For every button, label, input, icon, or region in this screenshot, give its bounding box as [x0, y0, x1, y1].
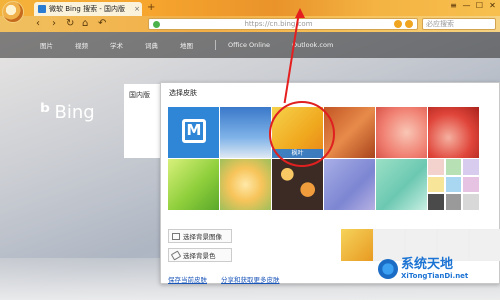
nav-link-images[interactable]: 图片	[40, 40, 53, 50]
back-icon[interactable]: ‹	[36, 17, 40, 31]
maxthon-logo-icon: M	[182, 119, 206, 143]
bing-favicon-icon	[38, 5, 46, 13]
tab-title: 微软 Bing 搜索 - 国内版	[49, 5, 126, 13]
home-icon[interactable]: ⌂	[82, 17, 88, 31]
tile-sky[interactable]	[220, 107, 271, 158]
address-actions	[394, 20, 413, 28]
dialog-title: 选择皮肤	[169, 89, 197, 97]
color-swatch[interactable]	[463, 176, 479, 193]
tile-yellow-flower[interactable]	[220, 159, 271, 210]
maximize-icon[interactable]: ☐	[475, 1, 484, 10]
address-bar[interactable]: https://cn.bing.com	[148, 18, 418, 30]
current-skin-preview[interactable]	[341, 229, 373, 261]
tile-red-flower[interactable]	[428, 107, 479, 158]
color-swatch[interactable]	[445, 194, 462, 210]
undo-icon[interactable]: ↶	[98, 17, 106, 31]
nav-link-dictionary[interactable]: 词典	[145, 40, 158, 50]
color-swatch[interactable]	[445, 176, 462, 193]
save-current-skin-link[interactable]: 保存当前皮肤	[168, 274, 207, 284]
share-skins-link[interactable]: 分享和获取更多皮肤	[221, 274, 280, 284]
skin-preview-slot[interactable]	[469, 229, 500, 261]
favorite-icon[interactable]	[394, 20, 402, 28]
skin-icon[interactable]	[405, 20, 413, 28]
choose-background-image-button[interactable]: 选择背景图像	[168, 229, 232, 243]
nav-link-academic[interactable]: 学术	[110, 40, 123, 50]
nav-link-maps[interactable]: 地图	[180, 40, 193, 50]
address-text[interactable]: https://cn.bing.com	[163, 20, 394, 28]
bing-logo: ᵇ Bing	[40, 100, 95, 125]
minimize-icon[interactable]: —	[462, 1, 471, 10]
highlight-circle	[269, 101, 335, 167]
nav-link-videos[interactable]: 视频	[75, 40, 88, 50]
security-shield-icon	[153, 20, 160, 28]
tab-bing[interactable]: 微软 Bing 搜索 - 国内版 ×	[34, 2, 142, 16]
bing-nav-bar: 图片 视频 学术 词典 地图 Office Online Outlook.com	[0, 32, 500, 58]
bing-b-icon: ᵇ	[40, 100, 51, 125]
color-swatch[interactable]	[463, 159, 479, 175]
color-swatch[interactable]	[445, 159, 462, 175]
choose-background-color-label: 选择背景色	[183, 252, 216, 260]
nav-link-office-online[interactable]: Office Online	[228, 41, 270, 49]
nav-link-outlook[interactable]: Outlook.com	[292, 41, 333, 49]
region-label[interactable]: 国内版	[129, 90, 150, 100]
refresh-icon[interactable]: ↻	[66, 17, 74, 31]
forward-icon[interactable]: ›	[52, 17, 56, 31]
tile-green-leaf[interactable]	[168, 159, 219, 210]
watermark: 系统天地 XiTongTianDi.net	[378, 258, 468, 280]
choose-background-image-label: 选择背景图像	[183, 233, 222, 241]
tile-color-grid[interactable]	[428, 159, 479, 210]
color-swatch[interactable]	[428, 159, 444, 175]
eyedropper-icon	[170, 249, 182, 261]
color-swatch-grid	[428, 159, 479, 210]
watermark-name: 系统天地	[401, 257, 454, 272]
skin-dialog: 选择皮肤 M 枫叶 选择背景图像 选择背景色 保存当前皮肤 分享和获取更多皮肤	[160, 82, 500, 284]
user-avatar[interactable]	[2, 1, 24, 23]
nav-divider	[215, 40, 216, 50]
tab-bar: 微软 Bing 搜索 - 国内版 × + ≡ — ☐ ✕	[0, 0, 500, 16]
tile-purple[interactable]	[324, 159, 375, 210]
color-swatch[interactable]	[428, 194, 444, 210]
choose-background-color-button[interactable]: 选择背景色	[168, 248, 232, 262]
tile-maxthon-blue[interactable]: M	[168, 107, 219, 158]
color-swatch[interactable]	[463, 194, 479, 210]
watermark-logo-icon	[378, 259, 398, 279]
region-panel: 国内版	[124, 84, 160, 158]
tile-mint[interactable]	[376, 159, 427, 210]
color-swatch[interactable]	[428, 176, 444, 193]
tile-pink-flower[interactable]	[376, 107, 427, 158]
close-window-icon[interactable]: ✕	[488, 1, 497, 10]
menu-icon[interactable]: ≡	[449, 1, 458, 10]
new-tab-button[interactable]: +	[147, 2, 155, 14]
watermark-url: XiTongTianDi.net	[401, 272, 469, 280]
bing-logo-text: Bing	[54, 102, 95, 123]
window-controls: ≡ — ☐ ✕	[449, 1, 497, 10]
navigation-toolbar: ‹ › ↻ ⌂ ↶ https://cn.bing.com 必应搜索	[0, 16, 500, 32]
image-icon	[172, 232, 180, 240]
close-tab-icon[interactable]: ×	[132, 5, 142, 13]
search-input[interactable]: 必应搜索	[422, 18, 496, 30]
